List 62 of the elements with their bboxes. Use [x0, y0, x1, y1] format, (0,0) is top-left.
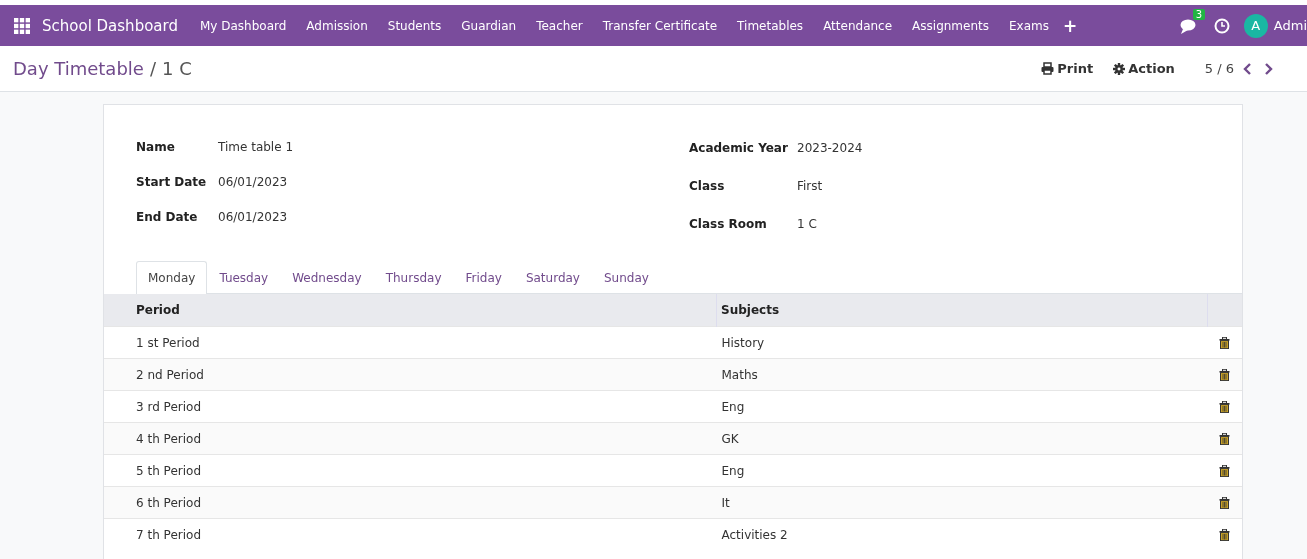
day-tab[interactable]: Sunday — [591, 261, 661, 294]
table-cell: 7 th Period — [104, 518, 717, 550]
table-cell: 6 th Period — [104, 486, 717, 519]
previous-icon[interactable] — [1242, 62, 1252, 75]
day-tab[interactable]: Thursday — [373, 261, 454, 294]
message-count-badge: 3 — [1192, 8, 1206, 20]
next-icon[interactable] — [1264, 62, 1274, 75]
day-tab[interactable]: Monday — [136, 261, 208, 294]
table-cell: It — [716, 486, 1208, 519]
menu-item[interactable]: Timetables — [727, 18, 814, 33]
field-label: Start Date — [136, 174, 208, 189]
field-label: End Date — [136, 209, 199, 224]
apps-menu-icon[interactable] — [14, 17, 30, 34]
field-label: Class — [689, 179, 726, 193]
field-value: 2023-2024 — [797, 141, 863, 155]
day-tab[interactable]: Wednesday — [280, 261, 374, 294]
gear-icon — [1113, 62, 1126, 75]
breadcrumb-current: 1 C — [162, 58, 192, 79]
trash-icon[interactable] — [1219, 433, 1231, 445]
menu-item[interactable]: Assignments — [902, 18, 999, 33]
menu-item[interactable]: Transfer Certificate — [592, 18, 728, 33]
field-value: 06/01/2023 — [218, 174, 288, 189]
table-cell: Activities 2 — [716, 518, 1208, 550]
table-cell: 2 nd Period — [104, 358, 717, 391]
column-header[interactable]: Period — [104, 294, 717, 327]
user-name[interactable]: Admi — [1273, 18, 1307, 33]
trash-icon[interactable] — [1219, 497, 1231, 509]
field-label: Class Room — [689, 217, 768, 231]
table-cell: Maths — [716, 358, 1208, 391]
day-tab[interactable]: Saturday — [513, 261, 592, 294]
breadcrumb-separator: / — [149, 58, 156, 79]
menu-item[interactable]: Attendance — [813, 18, 903, 33]
trash-icon[interactable] — [1219, 369, 1231, 381]
day-tab[interactable]: Tuesday — [207, 261, 281, 294]
field-label: Academic Year — [689, 141, 789, 155]
table-cell: 4 th Period — [104, 422, 717, 455]
menu-item[interactable]: Students — [377, 18, 452, 33]
field-label: Name — [136, 139, 176, 154]
menu-item[interactable]: Exams — [999, 18, 1059, 33]
field-value: 1 C — [797, 217, 817, 231]
plus-button[interactable]: + — [1062, 15, 1078, 36]
action-button[interactable]: Action — [1113, 61, 1175, 76]
trash-icon[interactable] — [1219, 337, 1231, 349]
print-button[interactable]: Print — [1041, 61, 1094, 76]
field-value: First — [797, 179, 823, 193]
app-title[interactable]: School Dashboard — [42, 16, 178, 35]
column-header[interactable]: Subjects — [716, 294, 1208, 327]
printer-icon — [1041, 62, 1055, 75]
field-value: 06/01/2023 — [218, 209, 288, 224]
field-value: Time table 1 — [218, 139, 294, 154]
menu-item[interactable]: My Dashboard — [189, 18, 297, 33]
menu-item[interactable]: Guardian — [451, 18, 527, 33]
pager-counter: 5 / 6 — [1204, 61, 1234, 76]
menu-item[interactable]: Teacher — [526, 18, 593, 33]
day-tab[interactable]: Friday — [453, 261, 514, 294]
trash-icon[interactable] — [1219, 529, 1231, 541]
trash-icon[interactable] — [1219, 465, 1231, 477]
trash-icon[interactable] — [1219, 401, 1231, 413]
clock-icon[interactable] — [1213, 17, 1230, 34]
breadcrumb-link[interactable]: Day Timetable — [13, 58, 144, 79]
menu-item[interactable]: Admission — [296, 18, 378, 33]
table-cell: GK — [716, 422, 1208, 455]
